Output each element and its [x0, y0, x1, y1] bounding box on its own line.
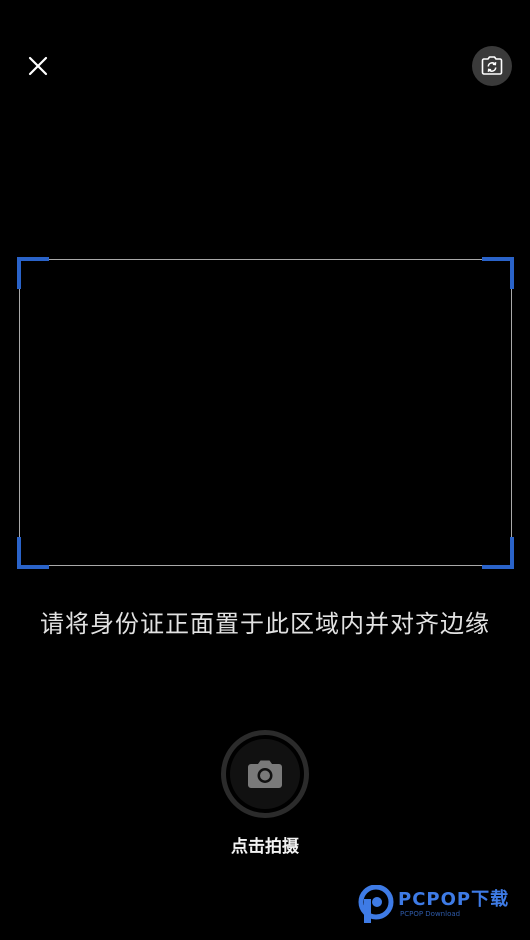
scan-frame-corner-bottom-right: [482, 537, 514, 569]
close-button[interactable]: [20, 48, 56, 84]
scan-frame-corner-top-right: [482, 257, 514, 289]
close-icon: [28, 56, 48, 76]
watermark-logo: PCPOP下载 PCPOP Download: [358, 884, 528, 924]
scan-hint-text: 请将身份证正面置于此区域内并对齐边缘: [40, 610, 490, 638]
switch-camera-button[interactable]: [472, 46, 512, 86]
scan-frame-corner-top-left: [17, 257, 49, 289]
shutter-inner: [230, 739, 300, 809]
scan-frame-corner-bottom-left: [17, 537, 49, 569]
shutter-button[interactable]: [221, 730, 309, 818]
id-card-scan-frame: [19, 259, 512, 566]
shutter-label: 点击拍摄: [231, 837, 299, 857]
camera-icon: [248, 760, 282, 788]
watermark-brand: PCPOP下载: [398, 889, 510, 910]
watermark-subtitle: PCPOP Download: [400, 910, 461, 918]
camera-switch-icon: [481, 56, 503, 75]
pcpop-logo-icon: [358, 885, 394, 923]
